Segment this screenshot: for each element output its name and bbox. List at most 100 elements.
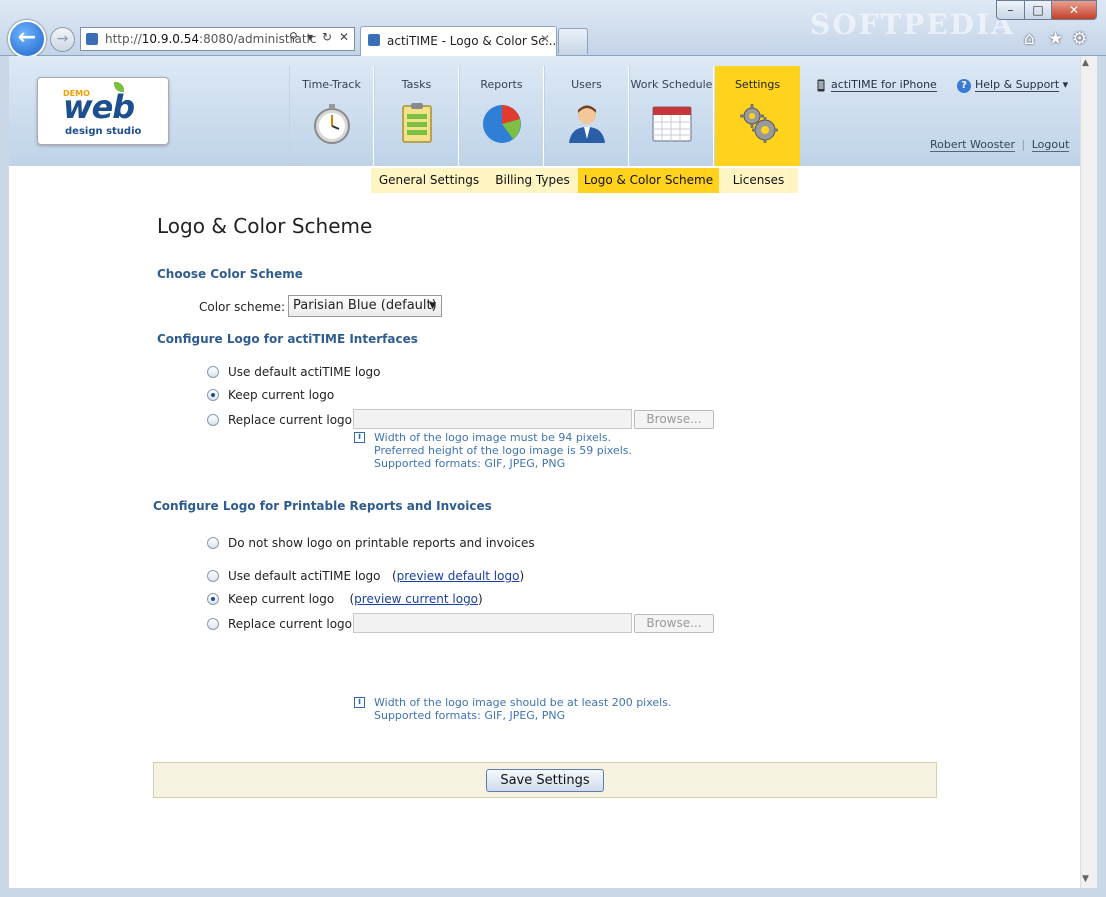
radio-print-default-logo[interactable]	[207, 570, 219, 582]
logo-subtitle: design studio	[65, 126, 142, 137]
interface-logo-file-input[interactable]	[353, 409, 632, 429]
nav-tab-label: Tasks	[401, 78, 432, 91]
interface-logo-info-1: Width of the logo image must be 94 pixel…	[374, 431, 612, 444]
tab-close-icon[interactable]: ✕	[540, 32, 550, 46]
subtab-billing-types[interactable]: Billing Types	[487, 168, 578, 193]
print-logo-info-2: Supported formats: GIF, JPEG, PNG	[374, 709, 566, 722]
pie-chart-icon	[482, 105, 521, 143]
color-scheme-heading: Choose Color Scheme	[157, 267, 303, 281]
close-window-button[interactable]: ✕	[1051, 0, 1097, 20]
phone-icon	[817, 79, 825, 91]
print-browse-button[interactable]: Browse...	[634, 614, 714, 633]
address-bar[interactable]: http://10.9.0.54:8080/administratic	[80, 27, 355, 51]
radio-label: Keep current logo	[228, 592, 335, 606]
paren-close: )	[519, 569, 525, 583]
calendar-icon	[651, 106, 692, 142]
radio-label: Use default actiTIME logo	[228, 365, 381, 379]
logo-demo-badge: DEMO	[63, 89, 90, 98]
user-separator: |	[1021, 138, 1026, 151]
clipboard-icon	[401, 103, 432, 143]
radio-label: Replace current logo:	[228, 413, 357, 427]
subtab-general-settings[interactable]: General Settings	[371, 168, 487, 193]
iphone-link-label: actiTIME for iPhone	[831, 78, 937, 92]
minimize-button[interactable]: –	[996, 0, 1025, 20]
nav-tab-work-schedule[interactable]: Work Schedule	[629, 66, 714, 166]
nav-tab-label: Time-Track	[302, 78, 361, 91]
print-logo-info-1: Width of the logo image should be at lea…	[374, 696, 672, 709]
radio-print-keep-logo[interactable]	[207, 593, 219, 605]
user-name-link[interactable]: Robert Wooster	[930, 138, 1015, 152]
address-dropdown-icon[interactable]: ▾	[307, 30, 313, 44]
tools-gear-icon[interactable]: ⚙	[1072, 29, 1087, 49]
scroll-down-icon[interactable]: ▼	[1082, 874, 1089, 884]
nav-tab-settings[interactable]: Settings	[715, 66, 800, 166]
print-logo-heading: Configure Logo for Printable Reports and…	[153, 499, 492, 513]
color-scheme-value: Parisian Blue (default)	[293, 298, 437, 313]
radio-interface-keep-logo[interactable]	[207, 389, 219, 401]
nav-tab-reports[interactable]: Reports	[459, 66, 544, 166]
refresh-icon[interactable]: ↻	[322, 30, 332, 44]
print-logo-file-input[interactable]	[353, 613, 632, 633]
back-button[interactable]: ←	[8, 20, 46, 58]
nav-tab-label: Reports	[480, 78, 523, 91]
interface-logo-info-2: Preferred height of the logo image is 59…	[374, 444, 632, 457]
vertical-scrollbar[interactable]	[1080, 56, 1097, 888]
subtab-logo-color-scheme[interactable]: Logo & Color Scheme	[578, 168, 719, 193]
radio-label-with-link: Use default actiTIME logo (preview defau…	[228, 569, 524, 583]
save-settings-button[interactable]: Save Settings	[486, 769, 604, 792]
color-scheme-label: Color scheme:	[199, 300, 286, 314]
new-tab-button[interactable]	[558, 28, 588, 54]
preview-default-logo-link[interactable]: preview default logo	[397, 569, 520, 583]
scroll-up-icon[interactable]: ▲	[1082, 58, 1089, 68]
color-scheme-select[interactable]: Parisian Blue (default) ▼	[288, 295, 442, 317]
nav-tab-label: Work Schedule	[630, 78, 713, 91]
radio-interface-default-logo[interactable]	[207, 366, 219, 378]
url-prefix: http://	[105, 32, 142, 46]
page-viewport: web DEMO design studio Time-Track Tasks …	[9, 56, 1080, 888]
nav-tab-tasks[interactable]: Tasks	[374, 66, 459, 166]
nav-tab-users[interactable]: Users	[544, 66, 629, 166]
interface-logo-heading: Configure Logo for actiTIME Interfaces	[157, 332, 418, 346]
site-favicon-icon	[86, 33, 98, 45]
radio-label-with-link: Keep current logo (preview current logo)	[228, 592, 483, 606]
radio-interface-replace-logo[interactable]	[207, 414, 219, 426]
radio-label: Replace current logo:	[228, 617, 357, 631]
nav-tab-time-track[interactable]: Time-Track	[289, 66, 374, 166]
nav-tab-label: Settings	[734, 78, 781, 91]
user-links: Robert Wooster | Logout	[930, 138, 1070, 152]
user-icon	[568, 105, 605, 143]
window-bottom-border	[0, 888, 1106, 897]
stop-icon[interactable]: ✕	[339, 30, 349, 44]
page-title: Logo & Color Scheme	[157, 214, 373, 238]
stopwatch-icon	[313, 104, 350, 144]
iphone-link[interactable]: actiTIME for iPhone	[817, 78, 937, 92]
radio-print-replace-logo[interactable]	[207, 618, 219, 630]
paren-close: )	[478, 592, 483, 606]
preview-current-logo-link[interactable]: preview current logo	[354, 592, 478, 606]
info-icon: i	[354, 432, 365, 443]
info-icon: i	[354, 697, 365, 708]
nav-tab-label: Users	[571, 78, 602, 91]
forward-button[interactable]: →	[50, 27, 75, 52]
tab-favicon-icon	[368, 34, 380, 46]
url-rest: :8080/administratic	[199, 32, 317, 46]
interface-browse-button[interactable]: Browse...	[634, 410, 714, 429]
browser-tab[interactable]: actiTIME - Logo & Color Sc...	[360, 26, 557, 56]
radio-label: Use default actiTIME logo	[228, 569, 381, 583]
help-link-label: Help & Support	[975, 78, 1060, 92]
interface-logo-info-3: Supported formats: GIF, JPEG, PNG	[374, 457, 566, 470]
search-icon[interactable]: ⚲	[289, 30, 298, 44]
maximize-button[interactable]: □	[1024, 0, 1052, 20]
url-host: 10.9.0.54	[141, 32, 200, 46]
watermark-text: SOFTPEDIA	[810, 8, 1015, 41]
favorites-star-icon[interactable]: ★	[1048, 29, 1063, 49]
chevron-down-icon: ▼	[429, 301, 436, 311]
radio-print-no-logo[interactable]	[207, 537, 219, 549]
subtab-licenses[interactable]: Licenses	[719, 168, 798, 193]
logout-link[interactable]: Logout	[1031, 138, 1070, 152]
gears-icon	[739, 104, 778, 143]
help-support-link[interactable]: ? Help & Support ▾	[957, 78, 1068, 93]
help-dropdown-icon: ▾	[1062, 78, 1069, 91]
home-icon[interactable]: ⌂	[1024, 29, 1035, 49]
settings-subnav: General Settings Billing Types Logo & Co…	[371, 168, 798, 193]
